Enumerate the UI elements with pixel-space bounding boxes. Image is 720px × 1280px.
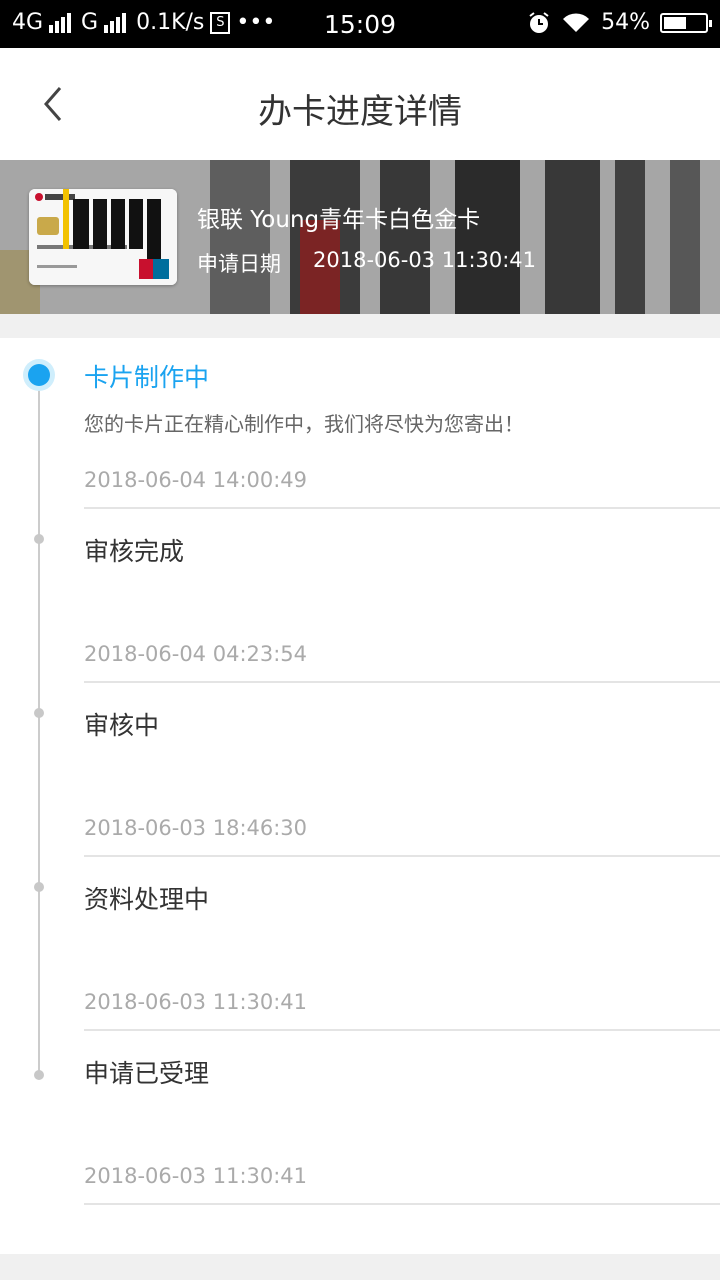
application-date-value: 2018-06-03 11:30:41 [313,248,537,272]
timeline-step: 申请已受理 [84,1054,720,1090]
step-time: 2018-06-04 04:23:54 [84,642,308,666]
card-thumbnail [29,189,177,285]
timeline-line [38,374,40,1078]
battery-fill [664,16,686,29]
card-banner: 银联 Young青年卡白色金卡 申请日期 2018-06-03 11:30:41 [0,160,720,314]
timeline-step: 审核中 [84,706,720,742]
timeline-step-current: 卡片制作中 您的卡片正在精心制作中，我们将尽快为您寄出！ [84,358,720,437]
battery-icon [660,12,712,33]
timeline-dot [34,1070,44,1080]
card-image [29,189,177,285]
step-title: 申请已受理 [84,1059,210,1088]
status-bar: 4G G 0.1K/s S ••• 15:09 54% [0,0,720,48]
alarm-icon [529,11,549,33]
divider [84,507,720,509]
step-title: 卡片制作中 [84,363,210,392]
timeline-dot [34,534,44,544]
step-time: 2018-06-04 14:00:49 [84,468,308,492]
battery-percent: 54% [601,10,650,35]
step-description: 您的卡片正在精心制作中，我们将尽快为您寄出！ [84,412,524,436]
divider [84,681,720,683]
progress-timeline: 卡片制作中 您的卡片正在精心制作中，我们将尽快为您寄出！ 2018-06-04 … [0,338,720,1254]
timeline-dot [34,708,44,718]
app-header: 办卡进度详情 [0,48,720,160]
step-title: 审核完成 [84,537,185,566]
timeline-step: 资料处理中 [84,880,720,916]
page-title: 办卡进度详情 [258,92,462,132]
step-title: 资料处理中 [84,885,210,914]
divider [84,855,720,857]
step-time: 2018-06-03 11:30:41 [84,990,308,1014]
application-date-label: 申请日期 [197,252,281,276]
divider [84,1029,720,1031]
divider [84,1203,720,1205]
timeline-dot-active [23,359,55,391]
card-name: 银联 Young青年卡白色金卡 [197,207,481,233]
step-time: 2018-06-03 18:46:30 [84,816,308,840]
timeline-step: 审核完成 [84,532,720,568]
status-bar-right: 54% [527,10,712,35]
timeline-dot [34,882,44,892]
step-time: 2018-06-03 11:30:41 [84,1164,308,1188]
wifi-icon [563,12,590,32]
step-title: 审核中 [84,711,160,740]
